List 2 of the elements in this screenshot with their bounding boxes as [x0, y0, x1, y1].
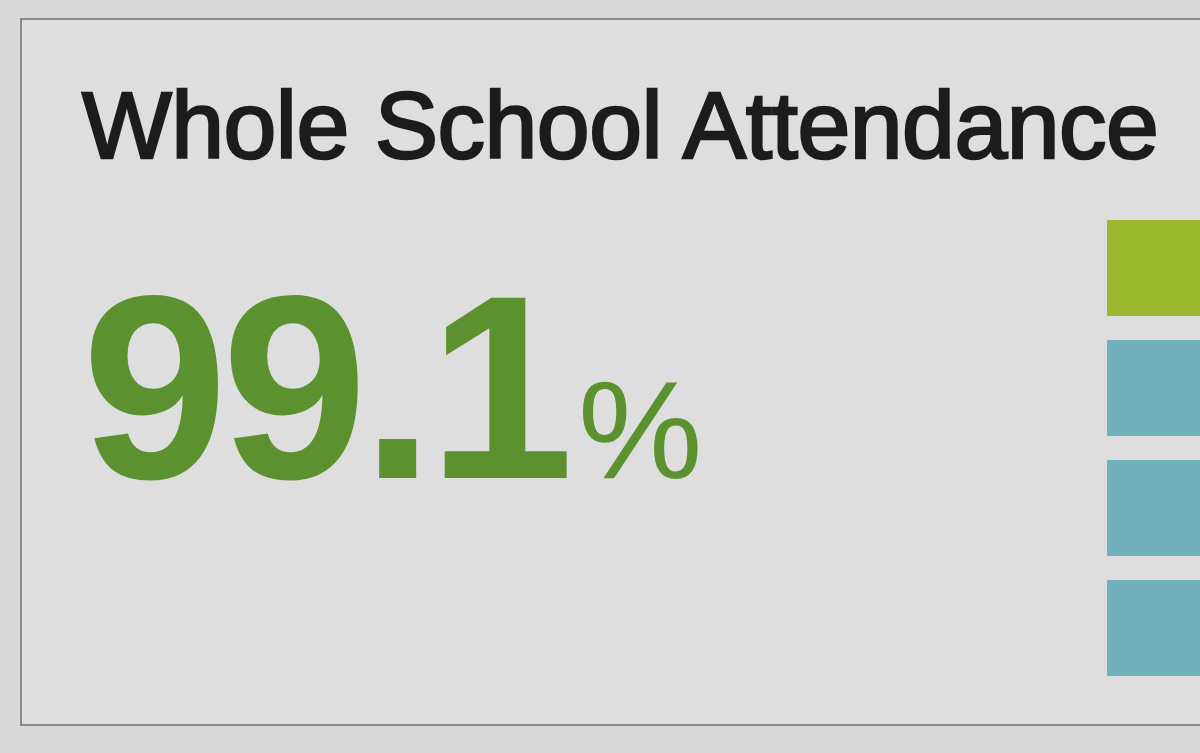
card-title: Whole School Attendance: [82, 71, 1159, 180]
attendance-value: 99.1%: [82, 268, 703, 536]
